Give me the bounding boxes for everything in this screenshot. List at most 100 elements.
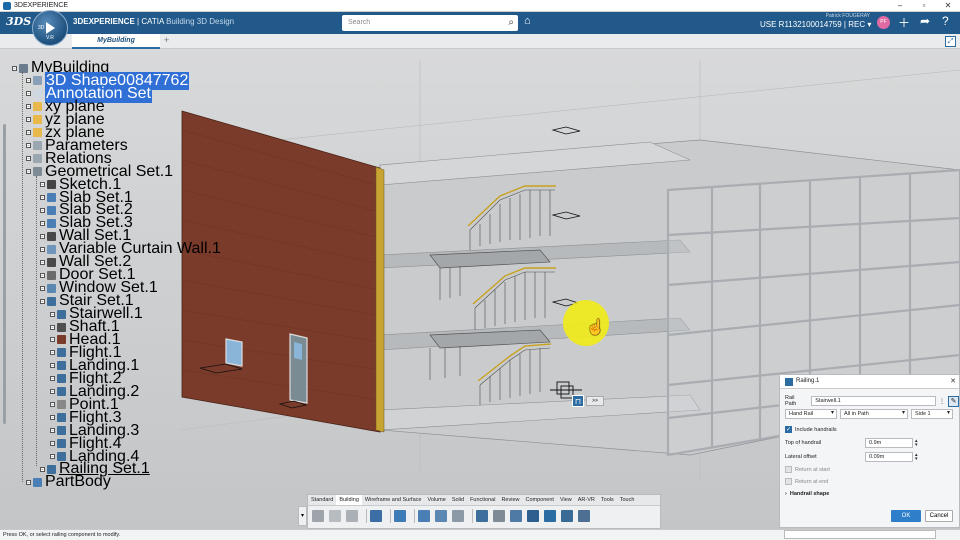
expand-toggle-icon[interactable]: − [26, 156, 31, 162]
avatar[interactable]: PF [877, 16, 890, 29]
share-icon[interactable]: ➦ [920, 14, 930, 28]
expand-toggle-icon[interactable]: − [50, 311, 55, 317]
add-tab-button[interactable]: + [164, 35, 169, 45]
handrail-shape-section[interactable]: › Handrail shape [785, 491, 829, 497]
action-tab[interactable]: Functional [467, 495, 498, 505]
expand-toggle-icon[interactable]: − [40, 466, 45, 472]
return-at-start-checkbox[interactable] [785, 466, 792, 473]
expand-toggle-icon[interactable]: − [40, 233, 45, 239]
action-tab[interactable]: Volume [424, 495, 448, 505]
close-icon[interactable]: ✕ [950, 377, 956, 385]
expand-toggle-icon[interactable]: − [50, 363, 55, 369]
more-button[interactable]: >> [586, 396, 604, 406]
tag-icon[interactable]: ⌂ [524, 15, 531, 27]
maximize-button[interactable]: ▫ [912, 0, 936, 12]
collaborative-space[interactable]: USE R1132100014759 | REC ▾ [760, 20, 871, 29]
action-tab[interactable]: Tools [598, 495, 617, 505]
expand-toggle-icon[interactable]: − [26, 117, 31, 123]
wall-tool-icon[interactable] [476, 510, 488, 522]
user-context[interactable]: Patrick FOUGERAY USE R1132100014759 | RE… [760, 13, 871, 29]
expand-toggle-icon[interactable]: − [40, 182, 45, 188]
action-tab[interactable]: Solid [449, 495, 467, 505]
help-icon[interactable]: ? [942, 14, 949, 28]
undo-icon[interactable] [370, 510, 382, 522]
expand-toggle-icon[interactable]: − [26, 479, 31, 485]
action-tab[interactable]: Standard [308, 495, 336, 505]
return-at-end-checkbox[interactable] [785, 478, 792, 485]
minimize-button[interactable]: – [888, 0, 912, 12]
all-in-path-dropdown[interactable]: All in Path [840, 409, 908, 419]
expand-toggle-icon[interactable]: − [40, 285, 45, 291]
top-of-handrail-input[interactable]: 0.9m [865, 438, 913, 448]
ok-button[interactable]: OK [891, 510, 921, 522]
action-tab[interactable]: Review [498, 495, 522, 505]
sketch-tool-icon[interactable] [418, 510, 430, 522]
expand-toggle-icon[interactable]: − [26, 91, 31, 97]
expand-toggle-icon[interactable]: − [50, 389, 55, 395]
expand-toggle-icon[interactable]: − [12, 65, 17, 71]
dassault-logo-icon[interactable]: 3DS [6, 15, 31, 31]
expand-toggle-icon[interactable]: − [26, 169, 31, 175]
expand-toggle-icon[interactable]: − [50, 402, 55, 408]
include-handrails-checkbox[interactable]: ✓ [785, 426, 792, 433]
expand-toggle-icon[interactable]: − [26, 130, 31, 136]
expand-toggle-icon[interactable]: − [50, 415, 55, 421]
expand-toggle-icon[interactable]: − [26, 78, 31, 84]
slab-tool-icon[interactable] [435, 510, 447, 522]
command-input[interactable] [784, 530, 936, 539]
paste-icon[interactable] [346, 510, 358, 522]
top-of-handrail-spinner[interactable]: ▴ ▾ [915, 439, 918, 448]
expand-toggle-icon[interactable]: − [40, 272, 45, 278]
expand-toggle-icon[interactable]: − [40, 246, 45, 252]
action-tab[interactable]: Wireframe and Surface [362, 495, 425, 505]
expand-arrow-icon[interactable]: › [785, 491, 787, 497]
expand-toggle-icon[interactable]: − [50, 324, 55, 330]
add-icon[interactable]: ＋ [898, 14, 910, 31]
shaft-tool-icon[interactable] [578, 510, 590, 522]
edit-path-icon[interactable]: ✎ [948, 395, 959, 407]
expand-toggle-icon[interactable]: − [50, 428, 55, 434]
action-tab[interactable]: Component [523, 495, 557, 505]
railing-tool-icon[interactable] [544, 510, 556, 522]
more-options-icon[interactable]: ⋮ [939, 398, 945, 405]
lateral-offset-spinner[interactable]: ▴ ▾ [915, 453, 918, 462]
compass-button[interactable]: 3D V.R [32, 10, 68, 46]
action-tab[interactable]: View [557, 495, 575, 505]
update-icon[interactable] [394, 510, 406, 522]
expand-toggle-icon[interactable]: − [50, 441, 55, 447]
tree-vertical-scrollbar[interactable] [3, 124, 6, 424]
cancel-button[interactable]: Cancel [925, 510, 953, 522]
action-bar-collapse[interactable]: ▾ [298, 506, 307, 526]
expand-toggle-icon[interactable]: − [50, 350, 55, 356]
search-icon[interactable]: ⌕ [508, 17, 514, 28]
expand-toggle-icon[interactable]: − [50, 454, 55, 459]
ramp-tool-icon[interactable] [561, 510, 573, 522]
expand-toggle-icon[interactable]: − [50, 376, 55, 382]
grid-tool-icon[interactable] [452, 510, 464, 522]
expand-toggle-icon[interactable]: − [40, 259, 45, 265]
hand-rail-dropdown[interactable]: Hand Rail [785, 409, 837, 419]
fullscreen-icon[interactable]: ⤢ [945, 36, 956, 47]
action-tab[interactable]: AR-VR [575, 495, 598, 505]
side-dropdown[interactable]: Side 1 [911, 409, 953, 419]
copy-icon[interactable] [329, 510, 341, 522]
expand-toggle-icon[interactable]: − [40, 298, 45, 304]
expand-toggle-icon[interactable]: − [40, 195, 45, 200]
rail-path-field[interactable]: Stairwell.1 [811, 396, 937, 406]
cut-icon[interactable] [312, 510, 324, 522]
action-tab[interactable]: Touch [617, 495, 638, 505]
expand-toggle-icon[interactable]: − [26, 104, 31, 110]
expand-toggle-icon[interactable]: − [26, 143, 31, 149]
search-input[interactable]: Search ⌕ [342, 15, 518, 31]
window-tool-icon[interactable] [510, 510, 522, 522]
expand-toggle-icon[interactable]: − [50, 337, 55, 343]
stair-tool-icon[interactable] [527, 510, 539, 522]
expand-toggle-icon[interactable]: − [40, 207, 45, 213]
railing-icon[interactable]: ⊓ [572, 395, 584, 407]
close-window-button[interactable]: ✕ [936, 0, 960, 12]
action-tab[interactable]: Building [336, 495, 362, 505]
lateral-offset-input[interactable]: 0.09m [865, 452, 913, 462]
tree-item[interactable]: − PartBody [26, 473, 111, 490]
tab-mybuilding[interactable]: MyBuilding [72, 34, 160, 49]
opening-tool-icon[interactable] [493, 510, 505, 522]
